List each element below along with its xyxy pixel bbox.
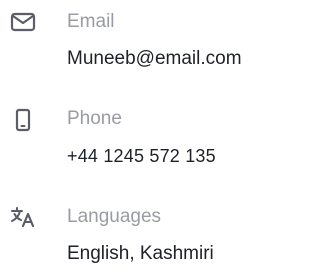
languages-info-row: Languages English, Kashmiri bbox=[0, 195, 298, 272]
smartphone-icon bbox=[8, 107, 38, 133]
phone-value[interactable]: +44 1245 572 135 bbox=[67, 144, 216, 168]
translate-icon bbox=[8, 206, 38, 228]
contact-info-list: Email Muneeb@email.com Phone +44 1245 57… bbox=[0, 0, 298, 272]
email-label: Email bbox=[67, 11, 115, 32]
phone-label: Phone bbox=[67, 108, 122, 129]
email-value[interactable]: Muneeb@email.com bbox=[67, 47, 242, 71]
envelope-icon bbox=[8, 11, 38, 33]
email-info-row: Email Muneeb@email.com bbox=[0, 0, 298, 80]
languages-value: English, Kashmiri bbox=[67, 243, 214, 264]
languages-label: Languages bbox=[67, 206, 162, 227]
phone-info-row: Phone +44 1245 572 135 bbox=[0, 97, 298, 177]
